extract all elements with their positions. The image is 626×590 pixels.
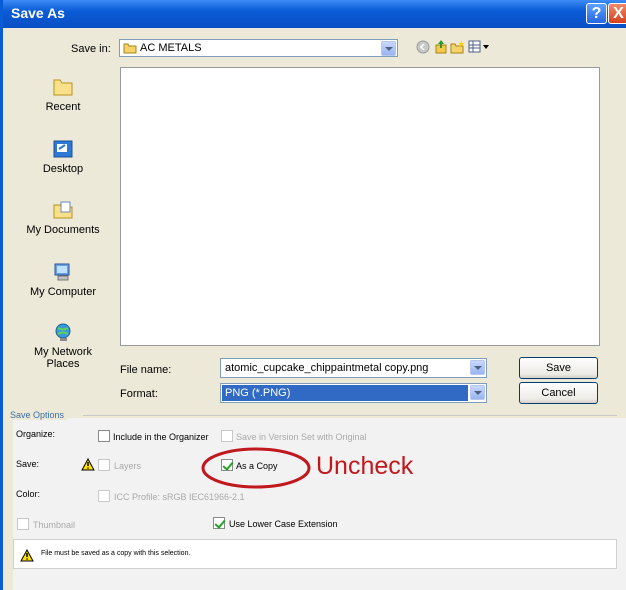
place-my-documents[interactable]: My Documents [18, 200, 108, 236]
back-icon[interactable] [416, 40, 430, 54]
organize-label: Organize: [16, 429, 56, 439]
place-my-computer-label: My Computer [29, 286, 97, 298]
format-select[interactable]: PNG (*.PNG) [220, 383, 487, 403]
divider [83, 415, 617, 416]
include-organizer-label: Include in the Organizer [113, 432, 209, 442]
warning-bar: File must be saved as a copy with this s… [13, 539, 617, 569]
place-my-documents-label: My Documents [26, 224, 100, 236]
layers-checkbox[interactable] [98, 459, 110, 471]
close-button[interactable]: X [608, 3, 626, 24]
warning-message: File must be saved as a copy with this s… [41, 550, 191, 557]
save-in-value: AC METALS [140, 42, 202, 54]
include-organizer-checkbox[interactable] [98, 430, 110, 442]
desktop-icon [53, 140, 73, 158]
title-bar: Save As ? X [3, 0, 626, 28]
warning-icon [20, 549, 34, 562]
up-folder-icon[interactable] [434, 39, 448, 54]
file-list[interactable] [120, 67, 600, 346]
places-bar: Recent Desktop My Documents My Computer … [18, 67, 108, 389]
folder-icon [53, 79, 73, 96]
place-desktop-label: Desktop [42, 163, 84, 175]
format-label: Format: [120, 388, 158, 400]
help-button[interactable]: ? [586, 3, 607, 24]
save-label: Save: [16, 459, 40, 469]
new-folder-icon[interactable] [450, 40, 465, 54]
folder-icon [123, 43, 137, 54]
color-label: Color: [16, 489, 41, 499]
save-options-title: Save Options [10, 410, 68, 420]
place-desktop[interactable]: Desktop [18, 139, 108, 175]
chevron-down-icon[interactable] [470, 385, 485, 400]
annotation-circle [201, 447, 311, 489]
chevron-down-icon[interactable] [381, 41, 396, 56]
save-options-panel: Save Options Organize: Include in the Or… [10, 410, 626, 590]
save-as-dialog: Save As ? X Save in: AC METALS Recent De… [0, 0, 626, 590]
version-set-checkbox[interactable] [221, 430, 233, 442]
layers-label: Layers [114, 461, 142, 471]
save-in-combo[interactable]: AC METALS [119, 39, 398, 57]
place-my-network-places[interactable]: My Network Places [18, 322, 108, 370]
icc-profile-label: ICC Profile: sRGB IEC61966-2.1 [114, 492, 245, 502]
filename-label: File name: [120, 364, 172, 376]
filename-value: atomic_cupcake_chippaintmetal copy.png [225, 362, 429, 374]
place-recent[interactable]: Recent [18, 77, 108, 113]
icc-profile-checkbox[interactable] [98, 490, 110, 502]
warning-icon [81, 458, 95, 471]
network-icon [55, 323, 71, 341]
format-value: PNG (*.PNG) [222, 385, 468, 401]
dialog-title: Save As [11, 5, 65, 21]
lower-case-label: Use Lower Case Extension [229, 519, 338, 529]
save-in-label: Save in: [71, 43, 111, 55]
save-button[interactable]: Save [519, 357, 598, 379]
chevron-down-icon[interactable] [470, 360, 485, 375]
filename-input[interactable]: atomic_cupcake_chippaintmetal copy.png [220, 358, 487, 378]
place-recent-label: Recent [45, 101, 81, 113]
place-my-computer[interactable]: My Computer [18, 262, 108, 298]
lower-case-checkbox[interactable] [213, 517, 225, 529]
my-documents-icon [53, 201, 73, 219]
version-set-label: Save in Version Set with Original [236, 432, 367, 442]
cancel-button[interactable]: Cancel [519, 382, 598, 404]
thumbnail-label: Thumbnail [33, 520, 76, 530]
views-menu-icon[interactable] [468, 40, 490, 54]
computer-icon [54, 263, 70, 281]
thumbnail-checkbox[interactable] [17, 518, 29, 530]
annotation-text: Uncheck [316, 452, 414, 480]
place-my-network-label: My Network Places [33, 346, 93, 370]
